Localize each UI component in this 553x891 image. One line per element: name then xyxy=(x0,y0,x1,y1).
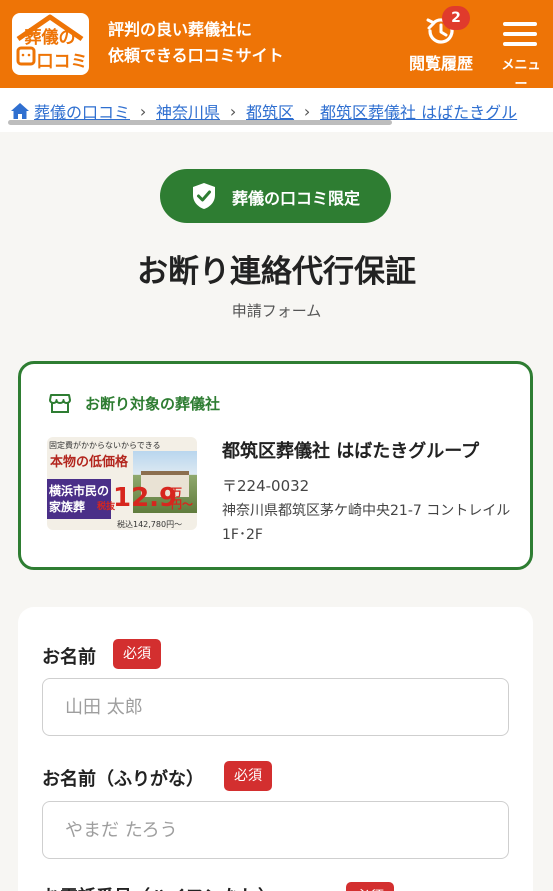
tagline-line-2: 依頼できる口コミサイト xyxy=(108,46,284,65)
company-thumbnail: 固定費がかからないからできる 本物の低価格 横浜市民の 家族葬 税抜 12.9 … xyxy=(47,437,197,530)
required-badge: 必須 xyxy=(346,882,394,891)
logo-text-top: 葬儀の xyxy=(25,27,76,48)
menu-label: メニュー xyxy=(501,58,541,92)
site-tagline: 評判の良い葬儀社に 依頼できる口コミサイト xyxy=(108,17,284,69)
page-title: お断り連絡代行保証 xyxy=(137,254,416,290)
hamburger-icon-bar xyxy=(503,42,537,46)
site-logo[interactable]: 葬儀の 口コミ xyxy=(12,13,89,75)
page-subtitle: 申請フォーム xyxy=(231,302,322,320)
thumbnail-price-unit: 万 円～ xyxy=(171,487,193,511)
exclusive-badge: 葬儀の口コミ限定 xyxy=(160,169,391,223)
thumbnail-footnote: 税込142,780円～ xyxy=(117,520,183,529)
history-label: 閲覧履歴 xyxy=(408,54,473,73)
phone-label: お電話番号（ハイフンなし） xyxy=(42,883,276,891)
hamburger-icon-bar xyxy=(503,32,537,36)
required-badge: 必須 xyxy=(224,761,272,791)
thumbnail-price: 12.9 xyxy=(113,483,178,513)
menu-button[interactable]: メニュー xyxy=(496,14,546,92)
history-button[interactable]: 2 閲覧履歴 xyxy=(398,6,484,76)
breadcrumb-scrollbar[interactable] xyxy=(8,120,392,125)
chevron-right-icon: › xyxy=(303,101,311,121)
store-icon xyxy=(49,394,71,413)
shield-check-icon xyxy=(193,183,215,209)
target-address: 神奈川県都筑区茅ケ崎中央21-7 コントレイル1F･2F xyxy=(222,503,511,543)
name-input[interactable] xyxy=(42,678,509,736)
chevron-right-icon: › xyxy=(229,101,237,121)
history-count-badge: 2 xyxy=(442,6,470,30)
target-heading: お断り対象の葬儀社 xyxy=(85,395,221,413)
name-label: お名前 xyxy=(42,647,96,668)
required-badge: 必須 xyxy=(113,639,161,669)
home-icon xyxy=(11,103,29,119)
target-company-name: 都筑区葬儀社 はばたきグループ xyxy=(222,441,480,462)
thumbnail-top-text: 固定費がかからないからできる xyxy=(49,441,161,450)
thumbnail-headline: 本物の低価格 xyxy=(50,455,129,470)
breadcrumb: 葬儀の口コミ › 神奈川県 › 都筑区 › 都筑区葬儀社 はばたきグル xyxy=(0,88,553,132)
furigana-input[interactable] xyxy=(42,801,509,859)
chevron-right-icon: › xyxy=(139,101,147,121)
logo-graphic: 葬儀の 口コミ xyxy=(16,14,88,72)
logo-text-bottom: 口コミ xyxy=(37,52,88,72)
target-zip: 〒224-0032 xyxy=(222,477,310,495)
target-company-card: お断り対象の葬儀社 固定費がかからないからできる 本物の低価格 横浜市民の 家族… xyxy=(18,361,533,570)
furigana-label: お名前（ふりがな） xyxy=(42,769,204,790)
thumbnail-plan-line-1: 横浜市民の xyxy=(49,484,110,498)
tagline-line-1: 評判の良い葬儀社に xyxy=(108,20,253,39)
site-header: 葬儀の 口コミ 評判の良い葬儀社に 依頼できる口コミサイト 2 閲覧履歴 メニュ… xyxy=(0,0,553,92)
thumbnail-unit-bottom: 円～ xyxy=(171,498,193,511)
hamburger-icon xyxy=(503,22,537,26)
application-form: お名前 必須 お名前（ふりがな） 必須 お電話番号（ハイフンなし） 必須 xyxy=(18,607,533,891)
exclusive-badge-label: 葬儀の口コミ限定 xyxy=(232,189,361,208)
